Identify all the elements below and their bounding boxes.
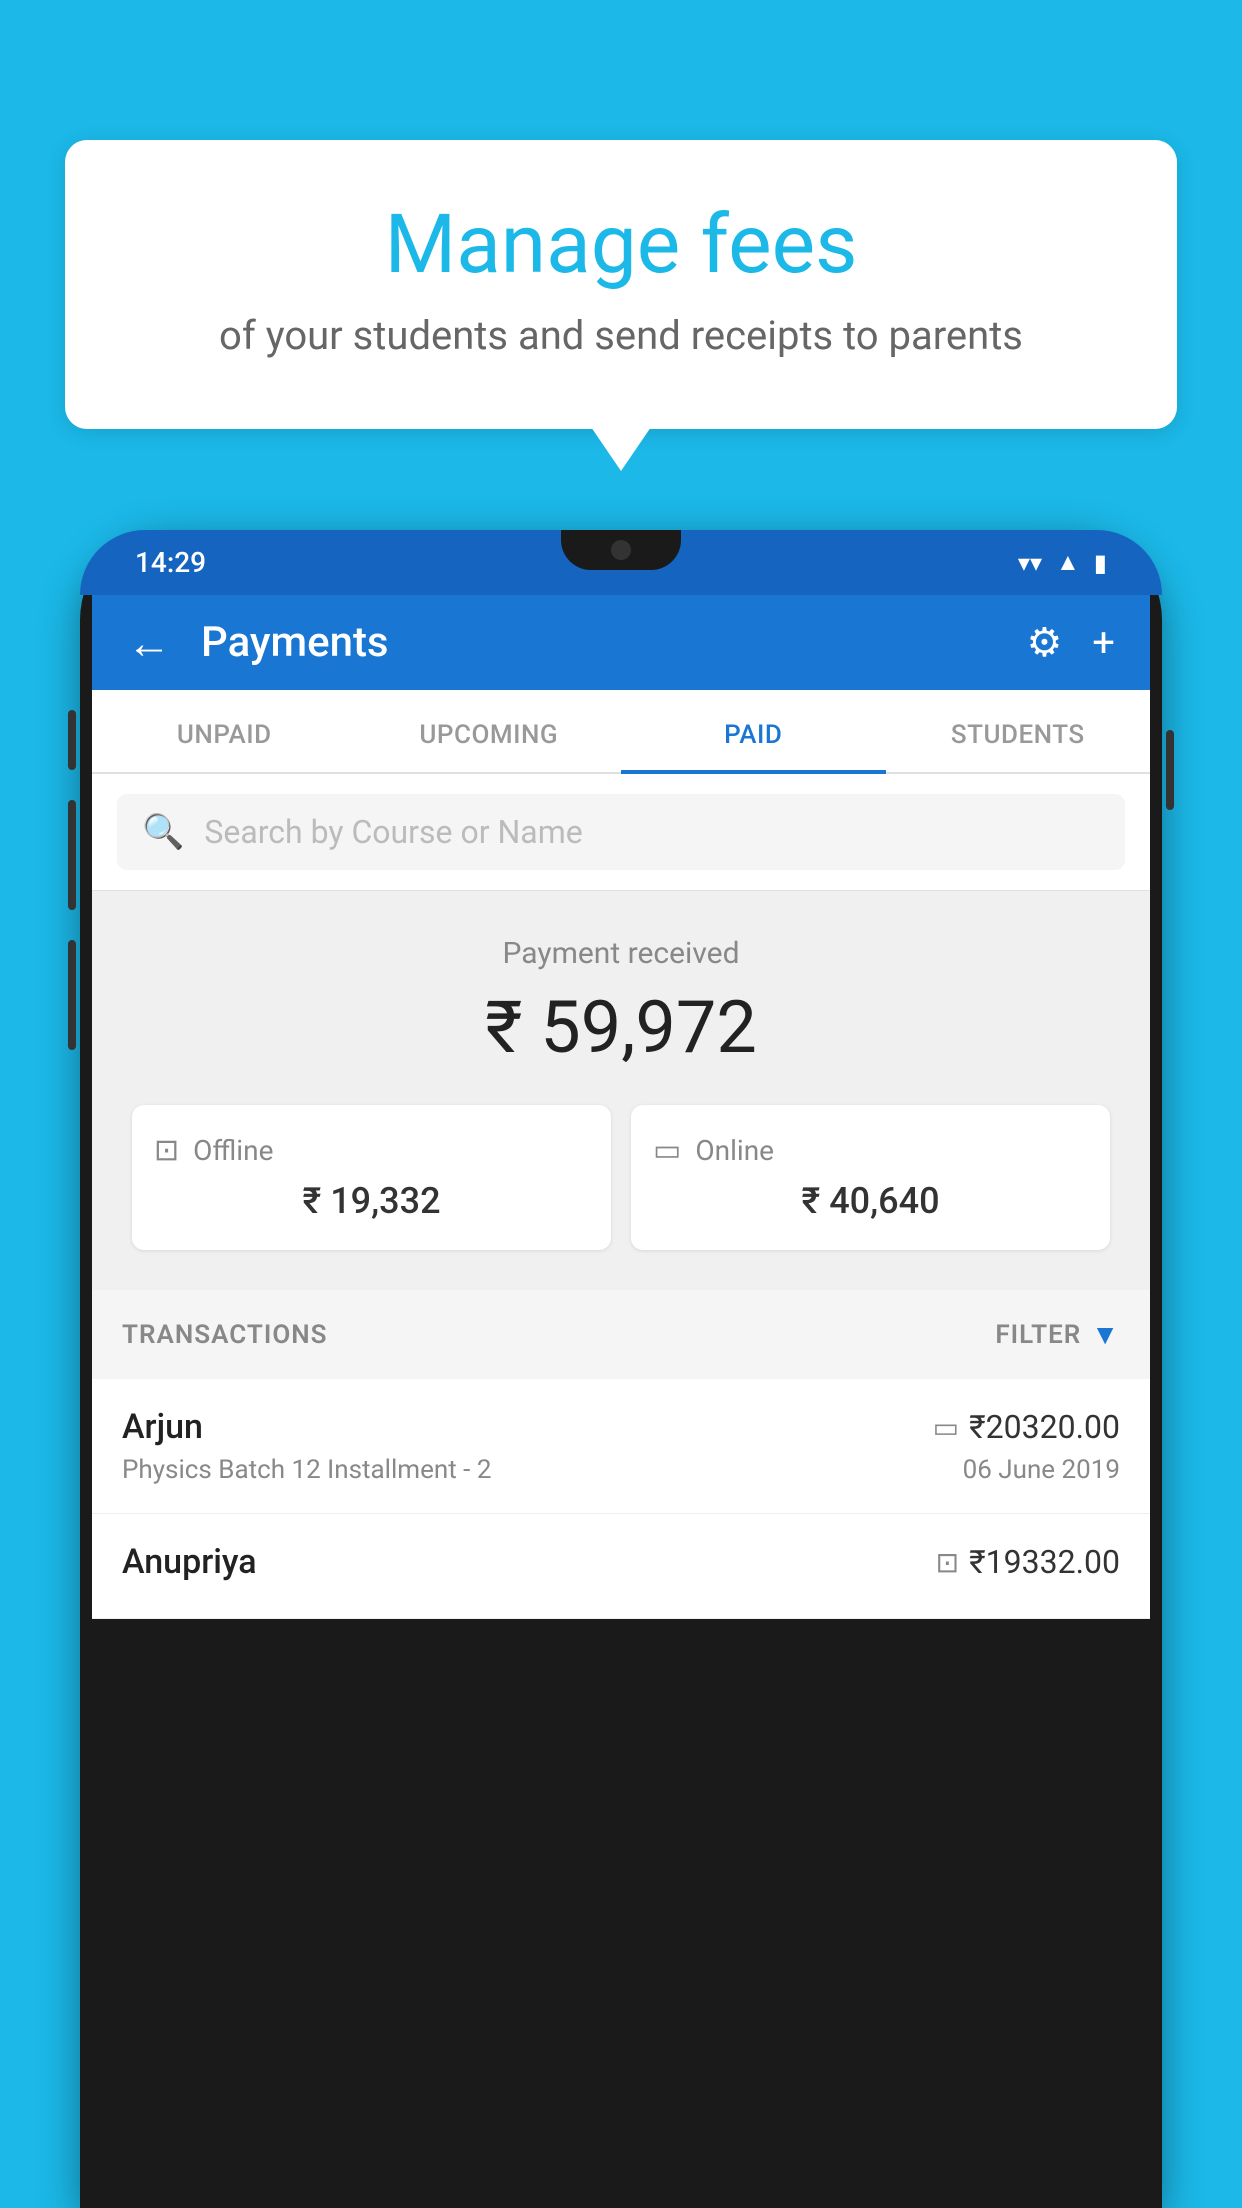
status-time: 14:29 [135,546,206,579]
search-icon: 🔍 [142,812,184,852]
filter-icon: ▼ [1091,1318,1120,1351]
transaction-sub-1: Physics Batch 12 Installment - 2 06 June… [122,1455,1120,1485]
phone-frame: 14:29 ▾▾ ▲ ▮ ← Payments ⚙ + UNPAID UPCOM… [80,530,1162,2208]
transaction-amount-1: ₹20320.00 [969,1408,1120,1446]
online-label: Online [695,1134,774,1167]
payment-summary: Payment received ₹ 59,972 ⊡ Offline ₹ 19… [92,891,1150,1290]
notch-camera [611,540,631,560]
payment-cards: ⊡ Offline ₹ 19,332 ▭ Online ₹ 40,640 [122,1105,1120,1250]
search-input[interactable]: Search by Course or Name [204,813,582,851]
status-icons: ▾▾ ▲ ▮ [1018,548,1107,577]
tab-paid[interactable]: PAID [621,690,886,772]
filter-button[interactable]: FILTER ▼ [995,1318,1120,1351]
transaction-row[interactable]: Arjun ▭ ₹20320.00 Physics Batch 12 Insta… [92,1379,1150,1514]
filter-label: FILTER [995,1320,1081,1350]
bubble-subtitle: of your students and send receipts to pa… [115,312,1127,359]
transaction-top-2: Anupriya ⊡ ₹19332.00 [122,1542,1120,1582]
settings-icon[interactable]: ⚙ [1026,619,1062,666]
transaction-course-1: Physics Batch 12 Installment - 2 [122,1455,491,1485]
speech-bubble: Manage fees of your students and send re… [65,140,1177,429]
transaction-amount-wrap-2: ⊡ ₹19332.00 [936,1543,1120,1581]
transaction-payment-icon-2: ⊡ [936,1546,959,1579]
tab-upcoming[interactable]: UPCOMING [357,690,622,772]
app-bar: ← Payments ⚙ + [92,595,1150,690]
back-button[interactable]: ← [127,617,171,669]
app-bar-title: Payments [201,618,996,667]
transaction-amount-2: ₹19332.00 [969,1543,1120,1581]
search-bar[interactable]: 🔍 Search by Course or Name [117,794,1125,870]
mute-button [68,710,76,770]
volume-up-button [68,800,76,910]
transaction-name-2: Anupriya [122,1542,257,1582]
bubble-title: Manage fees [115,200,1127,290]
online-card: ▭ Online ₹ 40,640 [631,1105,1110,1250]
power-button [1166,730,1174,810]
add-icon[interactable]: + [1092,619,1115,666]
offline-card: ⊡ Offline ₹ 19,332 [132,1105,611,1250]
phone-notch [561,530,681,570]
transaction-payment-icon-1: ▭ [933,1411,959,1444]
transaction-name-1: Arjun [122,1407,203,1447]
offline-card-header: ⊡ Offline [154,1133,589,1168]
transaction-row[interactable]: Anupriya ⊡ ₹19332.00 [92,1514,1150,1619]
offline-label: Offline [193,1134,273,1167]
online-amount: ₹ 40,640 [653,1180,1088,1222]
offline-icon: ⊡ [154,1133,179,1168]
transactions-label: TRANSACTIONS [122,1320,328,1350]
battery-icon: ▮ [1094,549,1107,577]
signal-icon: ▲ [1056,548,1080,577]
transaction-date-1: 06 June 2019 [963,1455,1120,1485]
payment-total-amount: ₹ 59,972 [122,985,1120,1070]
phone-screen: ← Payments ⚙ + UNPAID UPCOMING PAID STUD… [92,595,1150,1619]
tab-unpaid[interactable]: UNPAID [92,690,357,772]
transaction-top-1: Arjun ▭ ₹20320.00 [122,1407,1120,1447]
online-icon: ▭ [653,1133,681,1168]
payment-received-label: Payment received [122,936,1120,971]
online-card-header: ▭ Online [653,1133,1088,1168]
app-bar-actions: ⚙ + [1026,619,1115,666]
transactions-header: TRANSACTIONS FILTER ▼ [92,1290,1150,1379]
tab-students[interactable]: STUDENTS [886,690,1151,772]
transaction-amount-wrap-1: ▭ ₹20320.00 [933,1408,1120,1446]
search-container: 🔍 Search by Course or Name [92,774,1150,891]
volume-down-button [68,940,76,1050]
status-bar: 14:29 ▾▾ ▲ ▮ [80,530,1162,595]
tabs-bar: UNPAID UPCOMING PAID STUDENTS [92,690,1150,774]
wifi-icon: ▾▾ [1018,549,1042,577]
offline-amount: ₹ 19,332 [154,1180,589,1222]
